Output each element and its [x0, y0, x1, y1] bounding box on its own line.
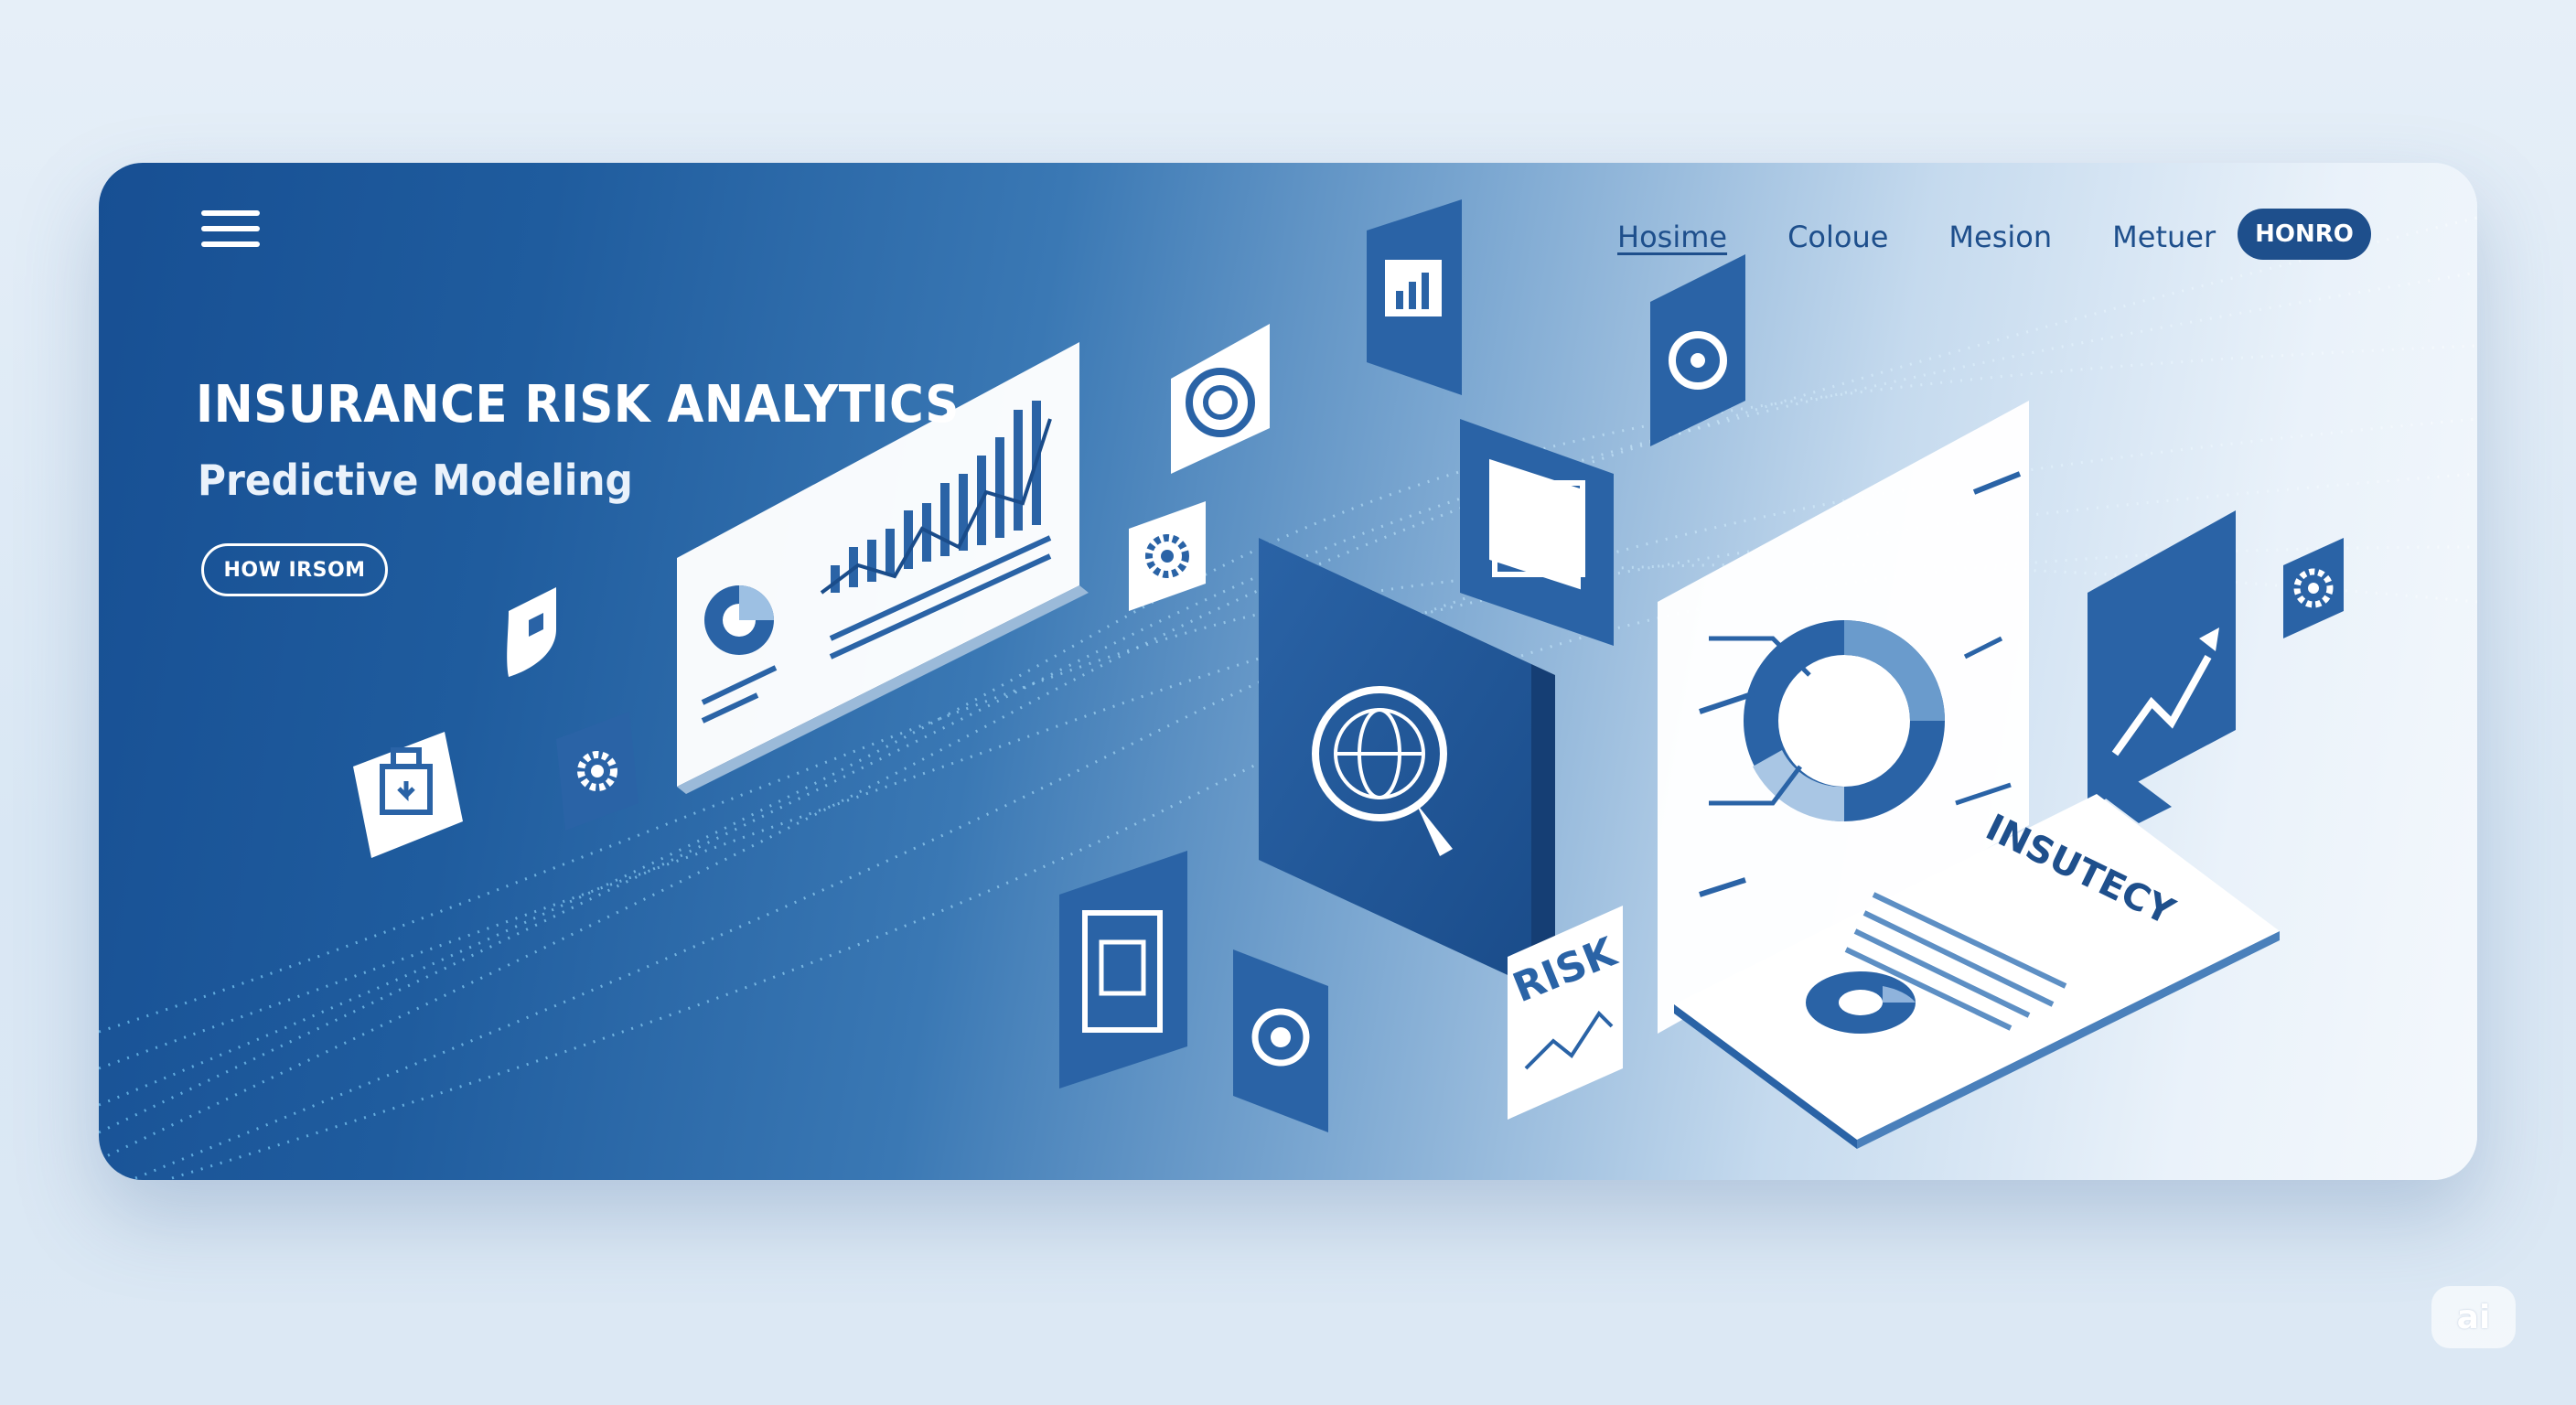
- gear-icon-tile-left: [556, 712, 639, 831]
- nav-link-metuer[interactable]: Metuer: [2112, 220, 2216, 254]
- hamburger-menu-icon[interactable]: [201, 210, 260, 247]
- lock-icon-tile: [353, 732, 463, 858]
- clock-icon-tile: [1650, 254, 1745, 446]
- ai-badge: ai: [2431, 1286, 2516, 1348]
- hero-cta-button[interactable]: HOW IRSOM: [201, 543, 388, 596]
- growth-arrow-tile: [2088, 510, 2236, 809]
- top-navigation: Hosime Coloue Mesion Metuer: [1617, 214, 2276, 260]
- header-cta-button[interactable]: HONRO: [2238, 209, 2371, 260]
- gear-icon-tile-right: [2283, 538, 2344, 638]
- page-title: INSURANCE RISK ANALYTICS: [196, 375, 960, 434]
- page-subtitle: Predictive Modeling: [198, 456, 633, 505]
- monitor-chart-tile-top: [1367, 199, 1462, 395]
- nav-link-mesion[interactable]: Mesion: [1948, 220, 2052, 254]
- hero-card: RISK INSUTECY INSURANCE RISK ANALYTICS P…: [99, 163, 2477, 1180]
- chip-icon-tile: [1059, 851, 1187, 1089]
- isometric-illustration: RISK INSUTECY: [99, 199, 2477, 1180]
- monitor-chart-tile: [1460, 419, 1614, 646]
- gear-icon-tile-mid: [1129, 501, 1206, 611]
- nav-link-hosime[interactable]: Hosime: [1617, 220, 1727, 254]
- target-icon-tile: [1171, 324, 1270, 474]
- shield-icon: [507, 587, 556, 677]
- target-icon-tile-bottom: [1233, 949, 1328, 1132]
- nav-link-coloue[interactable]: Coloue: [1787, 220, 1888, 254]
